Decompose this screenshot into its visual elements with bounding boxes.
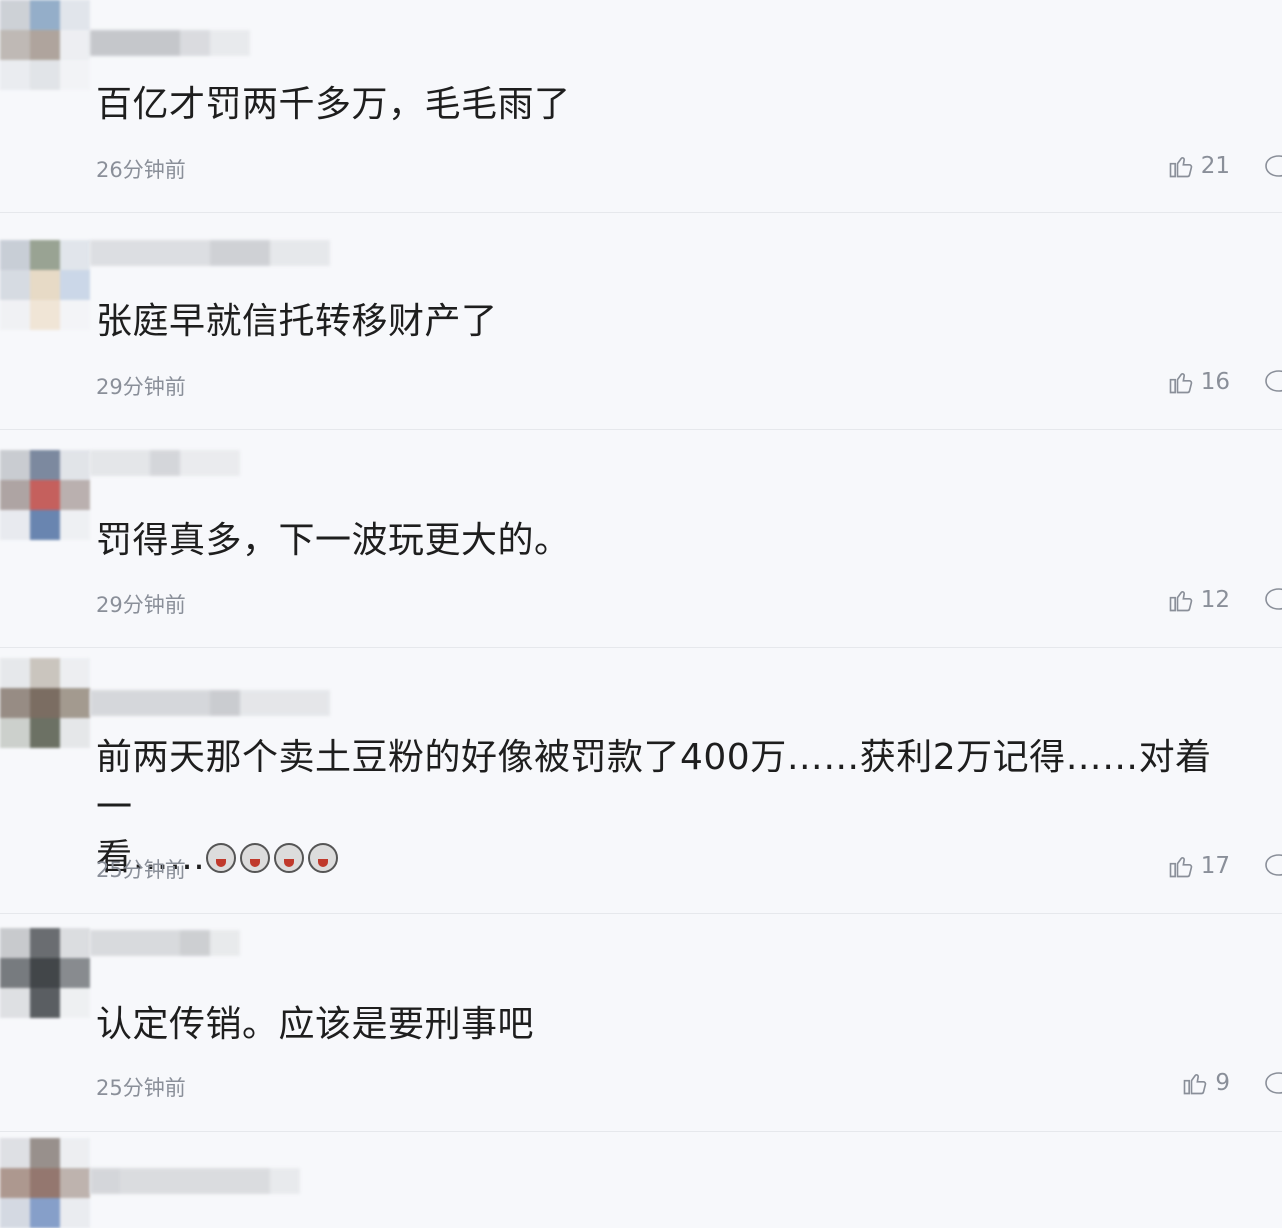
like-count: 9	[1215, 1070, 1230, 1096]
comment-text: 前两天那个卖土豆粉的好像被罚款了400万……获利2万记得……对着一 看……	[96, 733, 1236, 883]
like-count: 21	[1200, 153, 1230, 179]
avatar[interactable]	[0, 240, 90, 330]
comment-text: 认定传销。应该是要刑事吧	[96, 1004, 535, 1045]
comment-bubble-icon	[1265, 1072, 1282, 1094]
avatar[interactable]	[0, 450, 90, 540]
like-button[interactable]: 21	[1167, 152, 1230, 180]
crying-laugh-emoji-icon	[205, 843, 236, 873]
comment-bubble-icon	[1265, 588, 1282, 610]
like-count: 16	[1200, 369, 1230, 395]
thumbs-up-icon	[1169, 857, 1192, 878]
comment-time: 25分钟前	[96, 858, 186, 882]
reply-button[interactable]	[1264, 853, 1282, 879]
comment-time: 29分钟前	[96, 375, 186, 399]
comment-item: 认定传销。应该是要刑事吧 25分钟前 9	[0, 914, 1282, 1132]
username[interactable]	[90, 1168, 300, 1194]
like-button[interactable]: 12	[1167, 586, 1230, 614]
crying-laugh-emoji-icon	[273, 843, 304, 873]
avatar[interactable]	[0, 1138, 90, 1228]
like-button[interactable]: 9	[1181, 1069, 1230, 1097]
username[interactable]	[90, 240, 330, 266]
username[interactable]	[90, 690, 330, 716]
reply-button[interactable]	[1264, 1071, 1282, 1097]
username[interactable]	[90, 30, 330, 56]
reply-button[interactable]	[1264, 587, 1282, 613]
thumbs-up-icon	[1169, 157, 1192, 178]
avatar[interactable]	[0, 658, 90, 748]
username[interactable]	[90, 450, 240, 476]
avatar[interactable]	[0, 928, 90, 1018]
like-button[interactable]: 16	[1167, 368, 1230, 396]
username[interactable]	[90, 930, 240, 956]
comment-text-line: 前两天那个卖土豆粉的好像被罚款了400万……获利2万记得……对着一	[96, 737, 1212, 828]
comment-text: 百亿才罚两千多万，毛毛雨了	[96, 84, 571, 125]
comment-item: 罚得真多，下一波玩更大的。 29分钟前 12	[0, 430, 1282, 648]
crying-laugh-emoji-icon	[307, 843, 338, 873]
comment-time: 29分钟前	[96, 593, 186, 617]
thumbs-up-icon	[1184, 1074, 1207, 1095]
like-button[interactable]: 17	[1167, 852, 1230, 880]
crying-laugh-emoji-icon	[239, 843, 270, 873]
reply-button[interactable]	[1264, 369, 1282, 395]
comment-text: 张庭早就信托转移财产了	[96, 301, 498, 342]
comment-item: 张庭早就信托转移财产了 29分钟前 16	[0, 213, 1282, 430]
comment-item: 前两天那个卖土豆粉的好像被罚款了400万……获利2万记得……对着一 看…… 25…	[0, 648, 1282, 914]
reply-button[interactable]	[1264, 154, 1282, 180]
comment-item: 百亿才罚两千多万，毛毛雨了 26分钟前 21	[0, 0, 1282, 213]
comment-text-line-2: 看……	[96, 833, 1236, 883]
comment-bubble-icon	[1265, 370, 1282, 392]
avatar[interactable]	[0, 0, 90, 90]
comment-item	[0, 1132, 1282, 1228]
comment-bubble-icon	[1265, 854, 1282, 876]
comment-time: 26分钟前	[96, 158, 186, 182]
thumbs-up-icon	[1169, 373, 1192, 394]
comment-time: 25分钟前	[96, 1076, 186, 1100]
comment-text: 罚得真多，下一波玩更大的。	[96, 520, 571, 561]
like-count: 17	[1200, 853, 1230, 879]
comment-bubble-icon	[1265, 155, 1282, 177]
thumbs-up-icon	[1169, 591, 1192, 612]
like-count: 12	[1200, 587, 1230, 613]
